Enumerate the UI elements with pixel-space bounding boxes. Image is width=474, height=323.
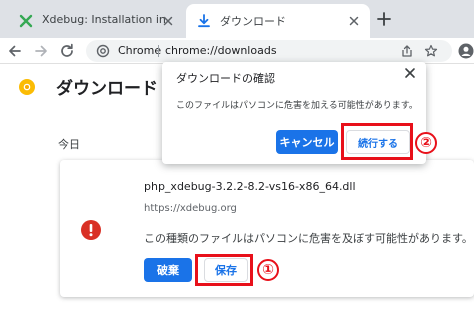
- omnibox-divider: [158, 45, 159, 57]
- step-marker-2: ②: [415, 132, 437, 154]
- tab-downloads[interactable]: ダウンロード: [186, 4, 370, 38]
- new-tab-icon[interactable]: [376, 11, 392, 27]
- warning-text: この種類のファイルはパソコンに危害を及ぼす可能性があります。: [144, 232, 473, 245]
- xdebug-x-icon: [19, 14, 33, 28]
- share-icon[interactable]: [400, 44, 414, 58]
- reload-icon[interactable]: [58, 42, 76, 60]
- discard-button[interactable]: 破棄: [144, 258, 192, 282]
- close-icon[interactable]: [404, 67, 416, 79]
- chrome-chip-label: Chrome: [118, 44, 162, 57]
- tab-strip: Xdebug: Installation instructions ダウンロード: [0, 0, 474, 38]
- address-bar[interactable]: Chrome chrome://downloads: [86, 40, 452, 62]
- tab-xdebug[interactable]: Xdebug: Installation instructions: [8, 4, 184, 38]
- back-icon[interactable]: [6, 42, 24, 60]
- chrome-icon[interactable]: [96, 44, 110, 58]
- dialog-message: このファイルはパソコンに危害を加える可能性があります。: [176, 101, 418, 111]
- tab-title: ダウンロード: [220, 15, 286, 28]
- url-text[interactable]: chrome://downloads: [165, 44, 277, 57]
- toolbar: Chrome chrome://downloads: [0, 38, 474, 64]
- profile-icon[interactable]: [458, 43, 474, 59]
- dialog-title: ダウンロードの確認: [176, 72, 275, 85]
- date-header: 今日: [58, 138, 80, 151]
- forward-icon[interactable]: [32, 42, 50, 60]
- continue-button-highlight: [341, 123, 413, 160]
- close-icon[interactable]: [160, 13, 176, 29]
- downloads-logo-icon: [19, 79, 35, 95]
- keep-button-highlight: [195, 254, 253, 286]
- tab-title: Xdebug: Installation instructions: [42, 13, 166, 26]
- source-url[interactable]: https://xdebug.org: [144, 203, 237, 214]
- close-icon[interactable]: [346, 13, 362, 29]
- download-icon: [198, 14, 210, 28]
- step-marker-1: ①: [257, 259, 279, 281]
- star-icon[interactable]: [424, 44, 438, 58]
- page-title: ダウンロード: [56, 79, 158, 99]
- file-name: php_xdebug-3.2.2-8.2-vs16-x86_64.dll: [144, 180, 356, 193]
- cancel-button[interactable]: キャンセル: [276, 130, 338, 154]
- warning-icon: [81, 220, 101, 240]
